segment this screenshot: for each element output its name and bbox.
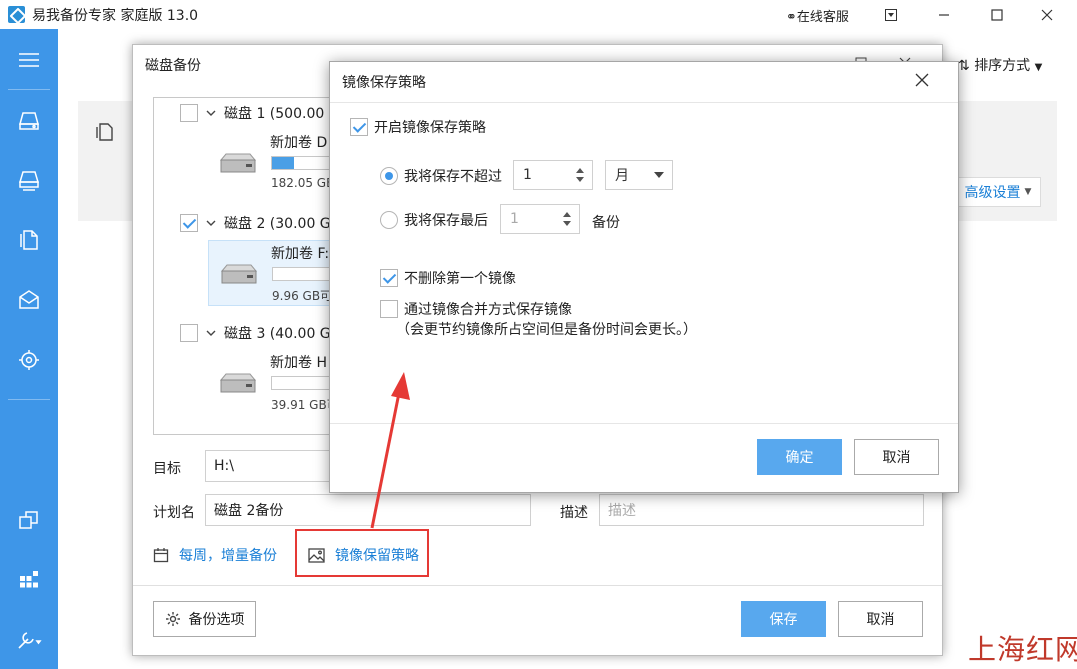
disk-row[interactable]: 磁盘 2 (30.00 GI [180, 212, 335, 234]
smart-backup-icon[interactable] [14, 345, 44, 375]
highlight-box [295, 529, 429, 577]
chevron-down-icon[interactable] [206, 218, 216, 228]
headset-icon: ⚭ [786, 10, 797, 25]
description-input[interactable]: 描述 [599, 494, 924, 526]
plan-name-label: 计划名 [153, 505, 195, 521]
tools-icon[interactable] [14, 565, 44, 595]
close-icon [1041, 9, 1053, 20]
target-label: 目标 [153, 461, 181, 477]
title-divider [330, 102, 958, 103]
maximize-icon [991, 8, 1003, 21]
disk-row[interactable]: 磁盘 3 (40.00 GI [180, 322, 335, 344]
dialog-title: 磁盘备份 [145, 58, 201, 74]
merge-hint: （会更节约镜像所占空间但是备份时间会更长。） [396, 322, 697, 338]
dropdown-menu-button[interactable] [866, 0, 916, 29]
chevron-down-icon[interactable] [206, 108, 216, 118]
schedule-link[interactable]: 每周，增量备份 [153, 545, 277, 565]
stepper-arrows-icon[interactable] [576, 167, 584, 183]
count-unit-label: 备份 [592, 215, 620, 231]
annotation-arrow [370, 372, 410, 529]
drive-icon [219, 153, 257, 173]
mail-backup-icon[interactable] [14, 285, 44, 315]
enable-policy-checkbox[interactable] [350, 118, 368, 136]
drive-icon [219, 373, 257, 393]
time-unit-select[interactable]: 月 [605, 160, 673, 190]
clone-icon[interactable] [14, 505, 44, 535]
usage-fill [272, 157, 294, 169]
caret-down-icon: ▼ [1034, 62, 1043, 73]
gear-icon [165, 612, 180, 626]
keep-first-image-checkbox[interactable] [380, 269, 398, 287]
minimize-icon [939, 13, 949, 16]
settings-icon[interactable] [14, 625, 44, 655]
dialog-title: 镜像保存策略 [342, 75, 426, 91]
app-logo-icon [8, 6, 25, 23]
disk-backup-icon[interactable] [14, 105, 44, 135]
calendar-icon [153, 548, 169, 563]
keep-count-stepper[interactable]: 1 [500, 204, 580, 234]
stepper-arrows-icon[interactable] [563, 211, 571, 227]
close-icon[interactable] [912, 70, 932, 90]
disk-checkbox[interactable] [180, 214, 198, 232]
maximize-button[interactable] [972, 0, 1022, 29]
keep-by-time-radio[interactable] [380, 167, 398, 185]
file-backup-icon[interactable] [14, 225, 44, 255]
retention-policy-dialog: 镜像保存策略 开启镜像保存策略 我将保存不超过 1 月 我将保存最后 1 备份 … [329, 61, 959, 493]
keep-time-stepper[interactable]: 1 [513, 160, 593, 190]
sidebar [0, 29, 58, 669]
sidebar-divider [8, 89, 50, 90]
enable-policy-option[interactable]: 开启镜像保存策略 [350, 117, 486, 137]
file-icon [96, 123, 113, 141]
cancel-button[interactable]: 取消 [854, 439, 939, 475]
caret-down-icon: ▼ [1024, 187, 1032, 197]
merge-images-option[interactable]: 通过镜像合并方式保存镜像 [380, 299, 572, 319]
sort-icon: ⇅ [958, 58, 970, 74]
backup-options-button[interactable]: 备份选项 [153, 601, 256, 637]
keep-by-count-radio[interactable] [380, 211, 398, 229]
watermark: 上海红网 [968, 633, 1077, 666]
drive-icon [220, 264, 258, 284]
dropdown-icon [885, 8, 897, 21]
chevron-down-icon[interactable] [206, 328, 216, 338]
minimize-button[interactable] [919, 0, 969, 29]
title-bar: 易我备份专家 家庭版 13.0 ⚭在线客服 [0, 0, 1077, 29]
caret-down-icon [654, 172, 664, 178]
sort-button[interactable]: ⇅ 排序方式 ▼ [958, 55, 1042, 75]
keep-by-count-option[interactable]: 我将保存最后 [380, 210, 488, 230]
disk-checkbox[interactable] [180, 104, 198, 122]
advanced-settings-button[interactable]: 高级设置 ▼ [955, 177, 1041, 207]
disk-checkbox[interactable] [180, 324, 198, 342]
keep-by-time-option[interactable]: 我将保存不超过 [380, 166, 502, 186]
close-button[interactable] [1022, 0, 1072, 29]
save-button[interactable]: 保存 [741, 601, 826, 637]
sidebar-divider [8, 399, 50, 400]
system-backup-icon[interactable] [14, 165, 44, 195]
keep-first-image-option[interactable]: 不删除第一个镜像 [380, 268, 516, 288]
merge-images-checkbox[interactable] [380, 300, 398, 318]
footer-divider [133, 585, 942, 586]
menu-icon[interactable] [14, 45, 44, 75]
disk-row[interactable]: 磁盘 1 (500.00 G [180, 102, 340, 124]
online-support-button[interactable]: ⚭在线客服 [786, 6, 849, 25]
ok-button[interactable]: 确定 [757, 439, 842, 475]
description-label: 描述 [560, 505, 588, 521]
cancel-button[interactable]: 取消 [838, 601, 923, 637]
app-title: 易我备份专家 家庭版 13.0 [32, 8, 199, 24]
footer-divider [330, 423, 958, 424]
